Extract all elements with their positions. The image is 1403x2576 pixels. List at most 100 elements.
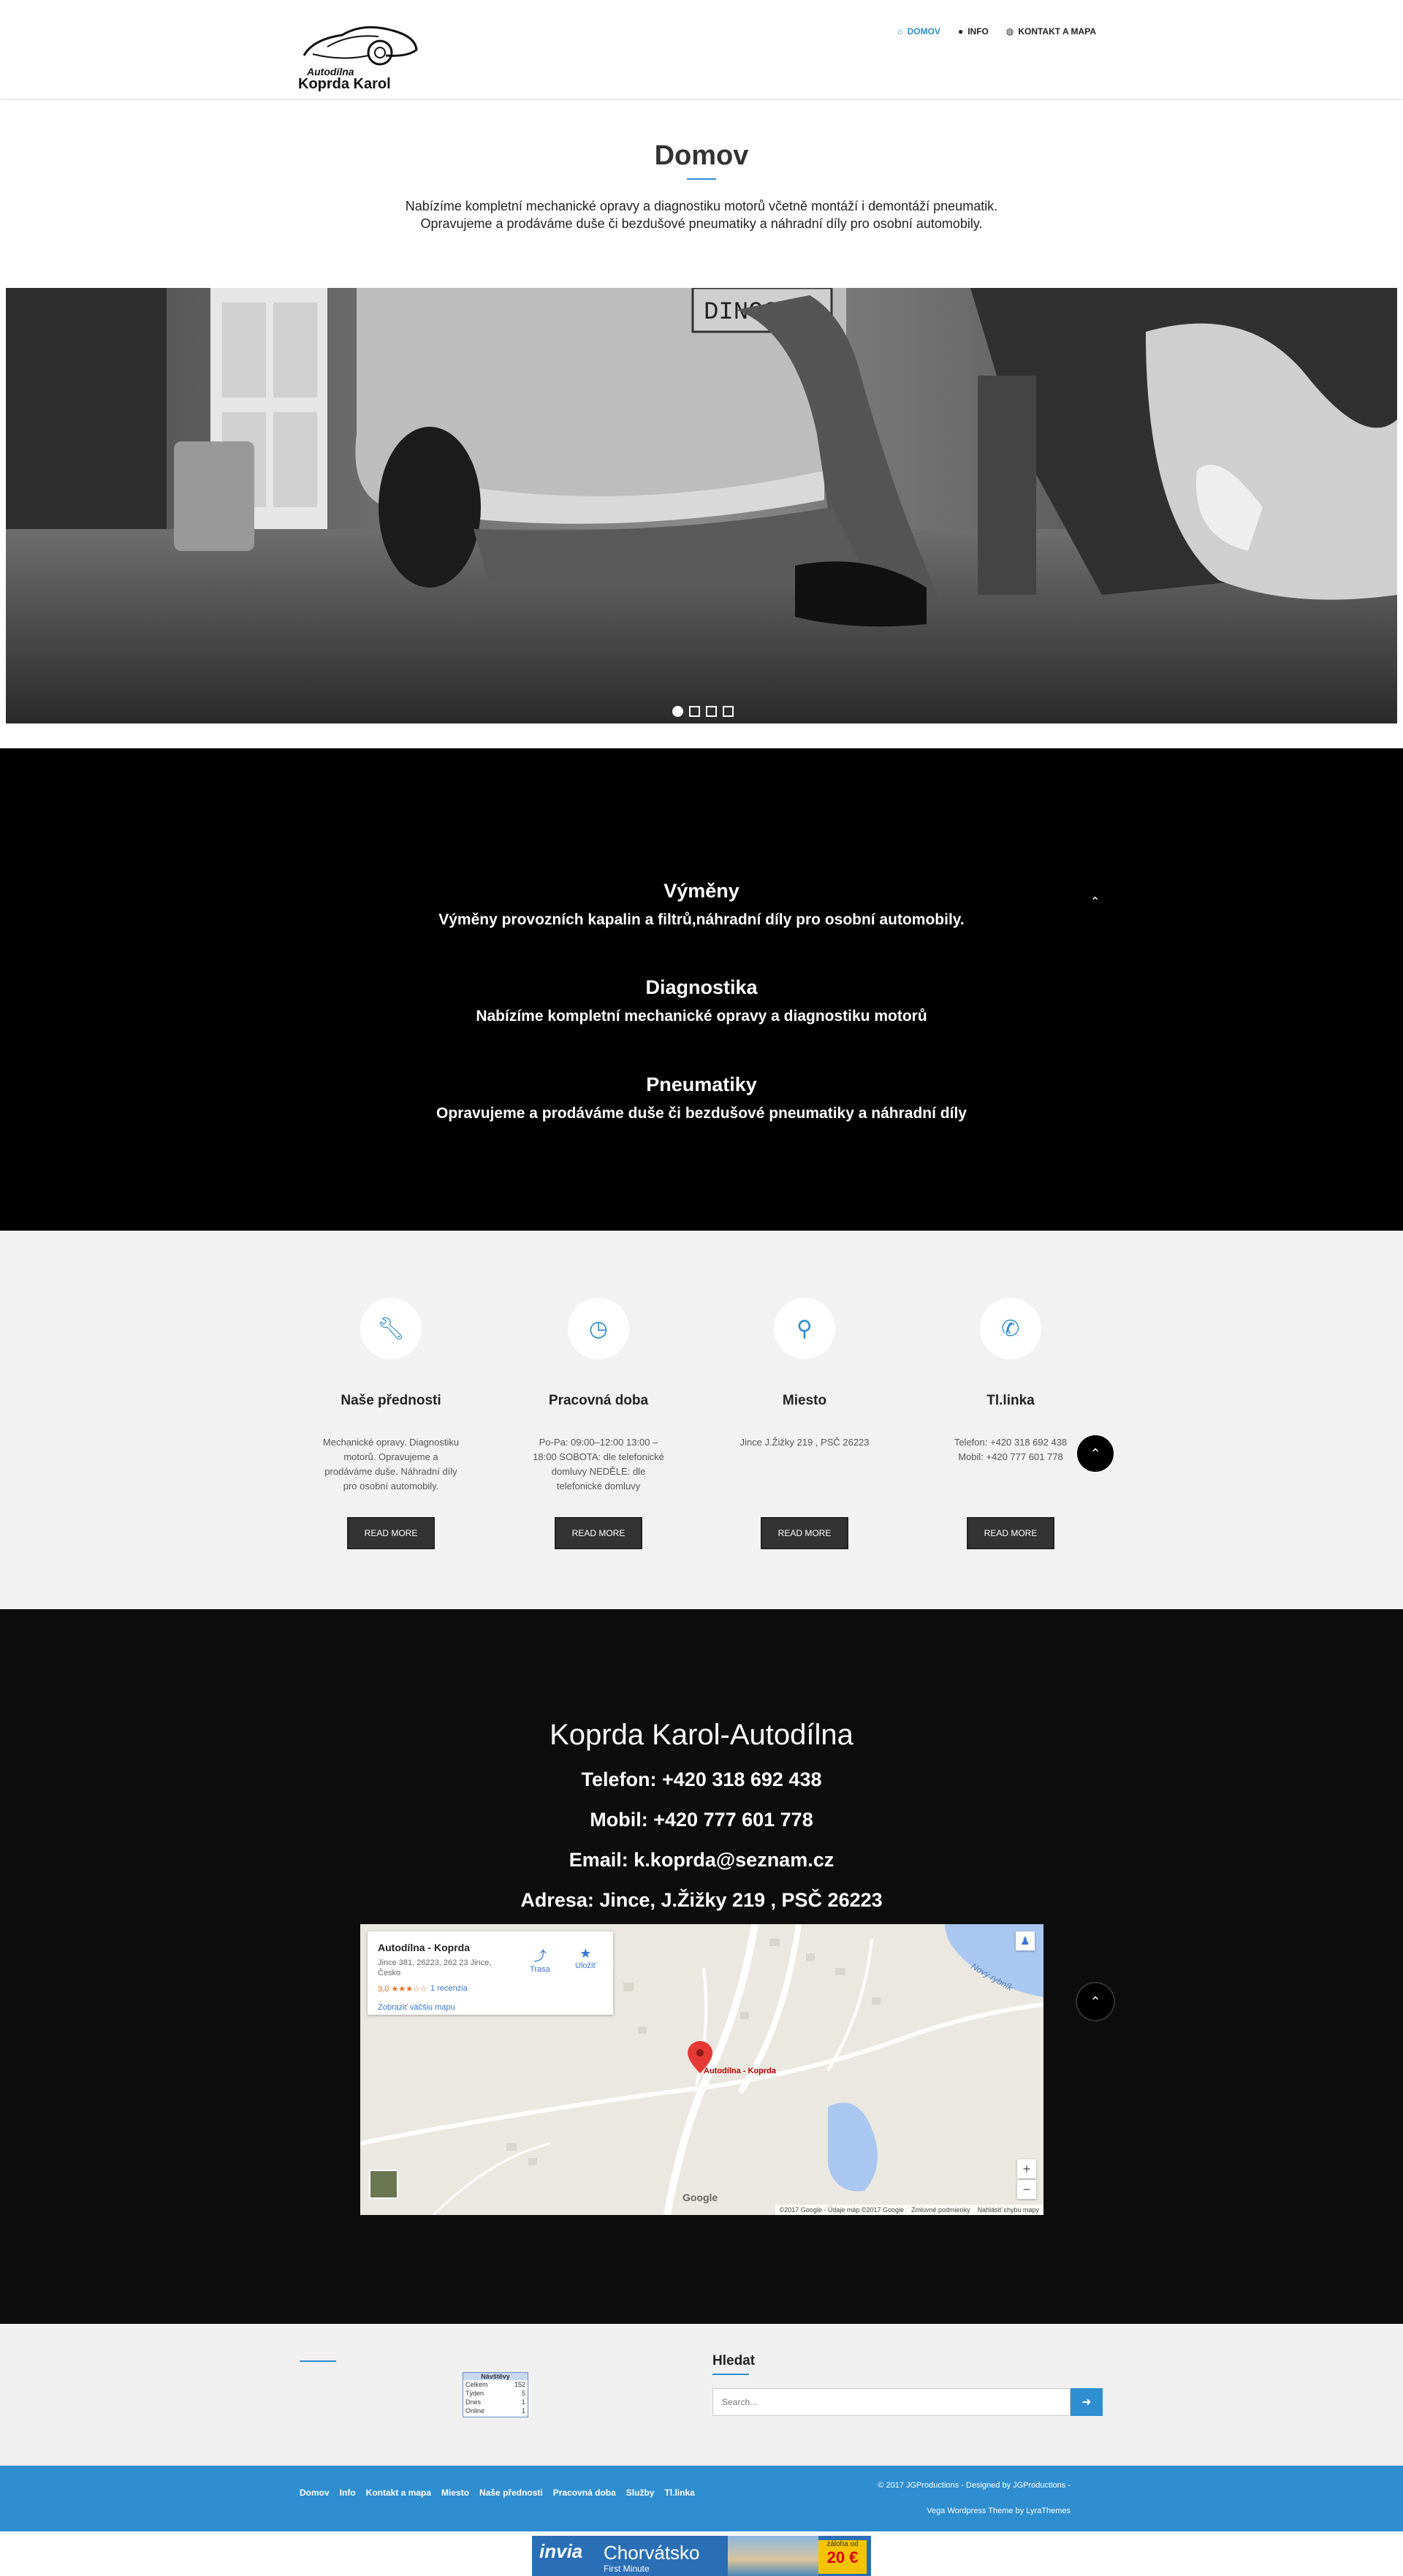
map-reviews-link[interactable]: 1 recenzia bbox=[430, 1984, 468, 1993]
ad-photo bbox=[728, 2536, 818, 2576]
zoom-out-button[interactable]: − bbox=[1017, 2180, 1036, 2199]
search-widget-title: Hledat bbox=[712, 2353, 756, 2368]
chevron-up-icon: ⌃ bbox=[1090, 1445, 1101, 1461]
footer-link-tl-linka[interactable]: Tl.linka bbox=[664, 2488, 694, 2498]
ad-subtitle: First Minute bbox=[604, 2564, 650, 2574]
widget-underline bbox=[300, 2360, 336, 2362]
intro-line-2: Opravujeme a prodáváme duše či bezdušové… bbox=[420, 216, 983, 231]
map-place-address: Jince 381, 26223, 262 23 Jince, Česko bbox=[378, 1958, 492, 1977]
nav-item-domov[interactable]: ⌂ DOMOV bbox=[897, 26, 940, 37]
service-text: Výměny provozních kapalin a filtrů,náhra… bbox=[438, 911, 965, 928]
footer-link-pracovna-doba[interactable]: Pracovná doba bbox=[553, 2488, 616, 2498]
google-map[interactable]: Nový rybník Autodílna - Koprda Jince 381… bbox=[360, 1924, 1043, 2215]
hero-slider[interactable]: DINOCA bbox=[6, 288, 1397, 723]
map-save-button[interactable]: ★ Uložiť bbox=[575, 1946, 596, 1970]
widgets-section: Návštěvy Celkem 152 Týden 5 Dnes 1 Online 1 … bbox=[0, 2324, 1403, 2466]
google-logo: Google bbox=[683, 2192, 718, 2203]
nav-label: KONTAKT A MAPA bbox=[1018, 26, 1096, 37]
slider-dots bbox=[672, 706, 734, 717]
ad-price: 20 € bbox=[826, 2548, 859, 2566]
footer-link-prednosti[interactable]: Naše přednosti bbox=[479, 2488, 543, 2498]
satellite-toggle[interactable] bbox=[369, 2170, 398, 2199]
features-section: 🔧︎ Naše přednosti Mechanické opravy. Dia… bbox=[0, 1231, 1403, 1609]
footer-nav: Domov Info Kontakt a mapa Miesto Naše př… bbox=[300, 2488, 695, 2498]
map-marker-icon: ⚲ bbox=[774, 1298, 835, 1359]
read-more-button[interactable]: READ MORE bbox=[760, 1517, 849, 1549]
map-pin-label: Autodílna - Koprda bbox=[704, 2067, 776, 2075]
globe-icon: ◍ bbox=[1005, 26, 1014, 37]
search-underline bbox=[712, 2374, 749, 2375]
map-footer-report[interactable]: Nahlásiť chybu mapy bbox=[978, 2206, 1039, 2214]
map-save-label: Uložiť bbox=[575, 1961, 596, 1970]
slider-dot-2[interactable] bbox=[689, 706, 700, 717]
ad-destination: Chorvátsko bbox=[604, 2542, 700, 2564]
read-more-button[interactable]: READ MORE bbox=[346, 1517, 436, 1549]
zoom-in-button[interactable]: + bbox=[1017, 2159, 1036, 2178]
intro-line-1: Nabízíme kompletní mechanické opravy a d… bbox=[405, 199, 998, 213]
feature-title: Naše přednosti bbox=[341, 1393, 441, 1408]
logo-line-2: Koprda Karol bbox=[298, 76, 391, 92]
wrench-icon: 🔧︎ bbox=[360, 1298, 422, 1359]
theme-credit[interactable]: Vega Wordpress Theme by LyraThemes bbox=[851, 2507, 1071, 2515]
chevron-up-icon[interactable]: ⌃ bbox=[1090, 894, 1100, 909]
mechanic-under-car-image: DINOCA bbox=[6, 288, 1397, 723]
intro-text: Nabízíme kompletní mechanické opravy a d… bbox=[336, 197, 1067, 232]
map-bigger-link[interactable]: Zobraziť väčšiu mapu bbox=[378, 2003, 455, 2012]
phone-icon: ✆ bbox=[980, 1298, 1041, 1359]
slider-dot-1[interactable] bbox=[672, 706, 683, 717]
ad-price-badge: záloha od 20 € bbox=[818, 2540, 867, 2574]
map-directions-button[interactable]: ⤴ Trasa bbox=[530, 1946, 550, 1974]
counter-row: Dnes 1 bbox=[465, 2398, 525, 2406]
bottom-ad-area: invia Chorvátsko First Minute záloha od … bbox=[0, 2531, 1403, 2576]
site-header: Autodílna Koprda Karol ⌂ DOMOV ● INFO ◍ … bbox=[0, 0, 1403, 99]
counter-row: Online 1 bbox=[465, 2407, 525, 2414]
footer-link-miesto[interactable]: Miesto bbox=[441, 2488, 469, 2498]
search-submit-button[interactable]: ➜ bbox=[1071, 2388, 1103, 2416]
read-more-button[interactable]: READ MORE bbox=[554, 1517, 643, 1549]
map-directions-label: Trasa bbox=[530, 1965, 550, 1974]
page-title: Domov bbox=[654, 140, 749, 171]
star-icon: ★ bbox=[579, 1946, 592, 1961]
visit-counter[interactable]: Návštěvy Celkem 152 Týden 5 Dnes 1 Online 1 bbox=[463, 2372, 528, 2417]
intro-section: Domov Nabízíme kompletní mechanické opra… bbox=[0, 99, 1403, 288]
map-footer-terms[interactable]: Zmluvné podmienky bbox=[911, 2206, 970, 2214]
clock-icon: ◷ bbox=[568, 1298, 629, 1359]
feature-title: Pracovná doba bbox=[548, 1393, 649, 1408]
read-more-button[interactable]: READ MORE bbox=[966, 1517, 1055, 1549]
counter-row: Celkem 152 bbox=[465, 2381, 525, 2388]
footer-link-info[interactable]: Info bbox=[340, 2488, 356, 2498]
service-text: Opravujeme a prodáváme duše či bezdušové… bbox=[436, 1105, 967, 1122]
slider-dot-4[interactable] bbox=[723, 706, 734, 717]
site-logo[interactable]: Autodílna Koprda Karol bbox=[298, 18, 422, 92]
footer-link-kontakt[interactable]: Kontakt a mapa bbox=[366, 2488, 431, 2498]
service-title: Výměny bbox=[664, 880, 739, 902]
street-view-icon[interactable]: ♟ bbox=[1016, 1931, 1035, 1950]
ad-banner[interactable]: invia Chorvátsko First Minute záloha od … bbox=[532, 2536, 871, 2576]
map-rating: 3,0 ★★★☆☆ bbox=[378, 1985, 427, 1994]
feature-pracovna-doba: ◷ Pracovná doba Po-Pa: 09:00–12:00 13:00… bbox=[529, 1298, 668, 1549]
scroll-to-top-button[interactable]: ⌃ bbox=[1077, 1983, 1114, 2020]
feature-miesto: ⚲ Miesto Jince J.Žižky 219 , PSČ 26223 R… bbox=[735, 1298, 874, 1549]
services-section: Výměny Výměny provozních kapalin a filtr… bbox=[0, 748, 1403, 1231]
slider-dot-3[interactable] bbox=[706, 706, 717, 717]
footer-link-domov[interactable]: Domov bbox=[300, 2488, 330, 2498]
feature-text: Mechanické opravy. Diagnostiku motorů. O… bbox=[322, 1437, 460, 1492]
directions-icon: ⤴ bbox=[533, 1949, 547, 1964]
map-place-name: Autodílna - Koprda bbox=[378, 1942, 470, 1953]
service-vymeny: Výměny Výměny provozních kapalin a filtr… bbox=[0, 880, 1403, 929]
ad-brand: invia bbox=[539, 2540, 583, 2562]
car-logo-icon bbox=[303, 26, 418, 66]
chevron-up-icon: ⌃ bbox=[1090, 1994, 1101, 2009]
ad-price-prefix: záloha od bbox=[826, 2540, 859, 2548]
counter-head: Návštěvy bbox=[463, 2373, 528, 2380]
footer-link-sluzby[interactable]: Služby bbox=[626, 2488, 655, 2498]
scroll-to-top-button[interactable]: ⌃ bbox=[1077, 1435, 1114, 1472]
search-input[interactable] bbox=[712, 2388, 1071, 2416]
nav-item-kontakt[interactable]: ◍ KONTAKT A MAPA bbox=[1006, 26, 1096, 37]
contact-address: Adresa: Jince, J.Žižky 219 , PSČ 26223 bbox=[520, 1889, 883, 1911]
title-underline bbox=[687, 178, 716, 180]
nav-label: DOMOV bbox=[907, 26, 940, 37]
nav-item-info[interactable]: ● INFO bbox=[958, 26, 989, 37]
feature-text: Jince J.Žižky 219 , PSČ 26223 bbox=[739, 1437, 870, 1448]
service-pneumatiky: Pneumatiky Opravujeme a prodáváme duše č… bbox=[0, 1074, 1403, 1122]
